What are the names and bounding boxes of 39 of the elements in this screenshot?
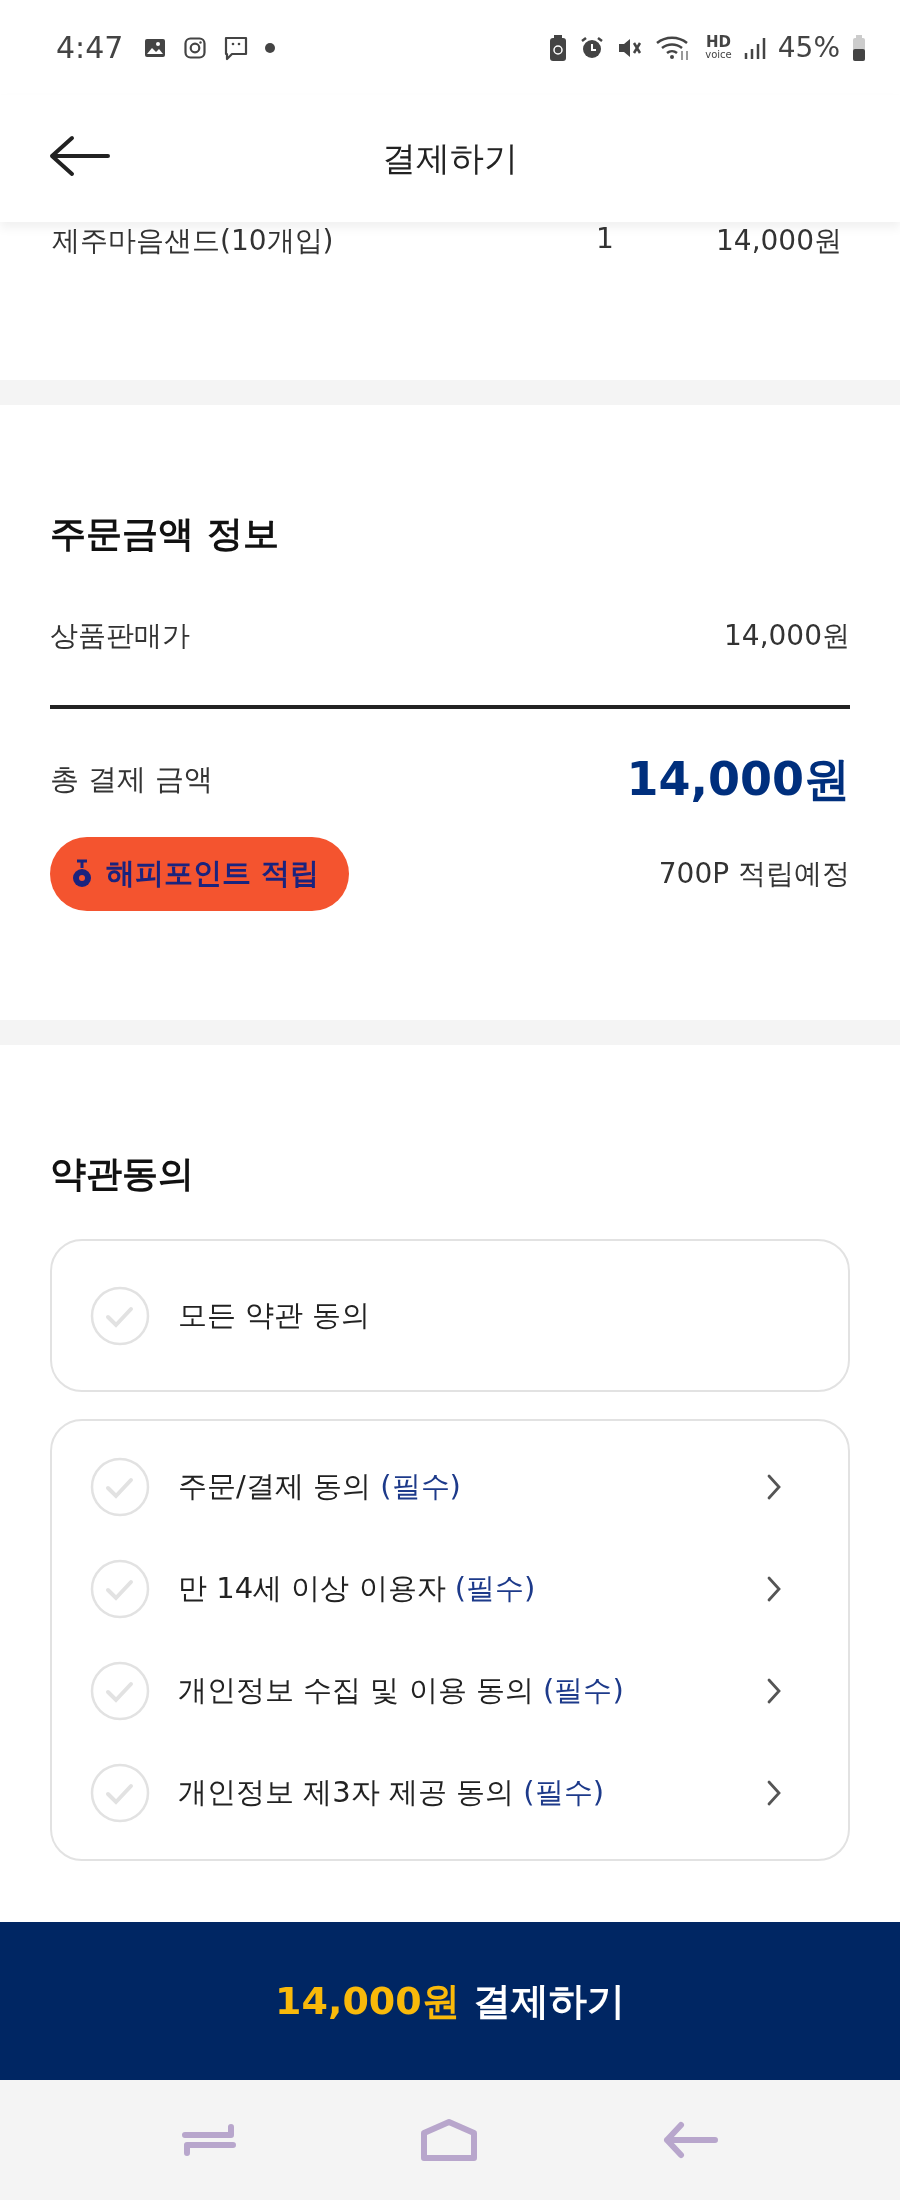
summary-label: 상품판매가 [50, 618, 190, 654]
camera-icon [183, 35, 208, 60]
checkbox[interactable] [90, 1559, 150, 1619]
battery-percent: 45% [777, 31, 840, 64]
chat-icon [223, 34, 250, 61]
page-title: 결제하기 [382, 136, 518, 180]
dot-icon [265, 42, 276, 53]
home-icon[interactable] [420, 2118, 478, 2162]
chevron-right-icon[interactable] [766, 1473, 782, 1501]
badge-text: 해피포인트 적립 [106, 855, 320, 892]
back-button[interactable] [48, 135, 110, 177]
voice-label: voice [705, 50, 732, 60]
chevron-right-icon[interactable] [766, 1677, 782, 1705]
summary-value: 14,000원 [724, 618, 850, 654]
term-label: 개인정보 수집 및 이용 동의 (필수) [178, 1672, 625, 1709]
checkbox[interactable] [90, 1763, 150, 1823]
section-title: 약관동의 [50, 1152, 195, 1196]
agree-all-label: 모든 약관 동의 [178, 1296, 372, 1334]
total-label: 총 결제 금액 [50, 761, 214, 798]
battery-saver-icon [549, 33, 568, 62]
chevron-right-icon[interactable] [766, 1779, 782, 1807]
term-label: 개인정보 제3자 제공 동의 (필수) [178, 1774, 605, 1811]
term-label: 만 14세 이상 이용자 (필수) [178, 1570, 537, 1607]
medal-icon [72, 859, 92, 889]
section-title: 주문금액 정보 [50, 512, 280, 556]
product-price: 14,000원 [716, 223, 842, 259]
hd-label: HD [706, 35, 732, 50]
battery-icon [852, 33, 866, 62]
pay-button[interactable]: 14,000원 결제하기 [0, 1922, 900, 2080]
product-quantity: 1 [596, 222, 615, 255]
checkbox[interactable] [90, 1285, 150, 1346]
term-label: 주문/결제 동의 (필수) [178, 1468, 462, 1505]
status-time: 4:47 [56, 30, 124, 65]
total-amount: 14,000원 [626, 751, 850, 808]
checkbox[interactable] [90, 1457, 150, 1517]
checkbox[interactable] [90, 1661, 150, 1721]
point-note: 700P 적립예정 [658, 856, 850, 892]
product-name: 제주마음샌드(10개입) [52, 223, 335, 259]
chevron-right-icon[interactable] [766, 1575, 782, 1603]
